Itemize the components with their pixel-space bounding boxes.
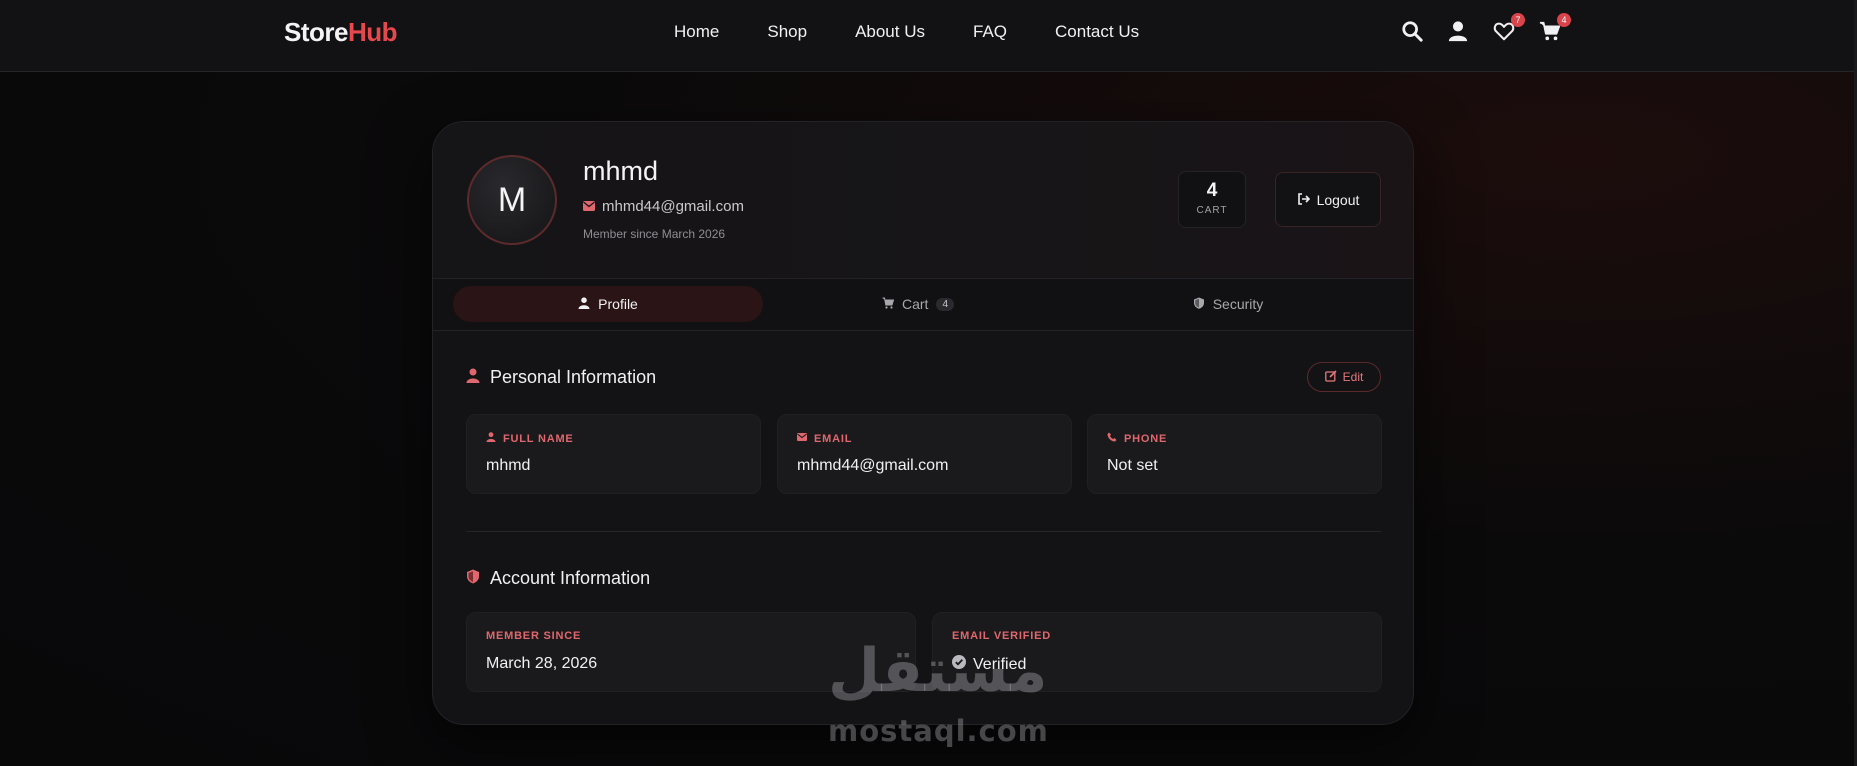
user-tie-icon (466, 367, 480, 388)
email-value: mhmd44@gmail.com (797, 457, 949, 474)
cart-stat: 4 CART (1178, 171, 1246, 228)
cart-stat-label: CART (1196, 205, 1228, 216)
phone-field: PHONE Not set (1087, 414, 1382, 494)
shield-icon (1193, 296, 1205, 312)
avatar: M (467, 155, 557, 245)
cart-badge: 4 (1557, 13, 1571, 27)
logout-button[interactable]: Logout (1275, 172, 1381, 227)
full-name-field: FULL NAME mhmd (466, 414, 761, 494)
phone-value: Not set (1107, 457, 1158, 474)
watermark-latin: mostaql.com (828, 714, 1049, 748)
tab-cart-count: 4 (936, 297, 954, 311)
logo-text-store: Store (284, 17, 348, 47)
phone-label: PHONE (1107, 432, 1167, 445)
profile-header: M mhmd mhmd44@gmail.com Member since Mar… (433, 122, 1413, 279)
tab-profile-label: Profile (598, 296, 638, 312)
logout-label: Logout (1316, 191, 1360, 208)
member-since-value: March 28, 2026 (486, 655, 598, 672)
phone-icon (1107, 432, 1117, 445)
user-icon (578, 296, 590, 312)
account-info-title-text: Account Information (490, 568, 651, 588)
full-name-value: mhmd (486, 457, 531, 474)
user-icon (486, 432, 496, 445)
nav-links: Home Shop About Us FAQ Contact Us (674, 22, 1187, 42)
search-icon[interactable] (1400, 18, 1424, 44)
nav-icons: 7 4 (1400, 13, 1571, 44)
nav-link-about[interactable]: About Us (855, 22, 925, 42)
full-name-label-text: FULL NAME (503, 432, 574, 445)
profile-email: mhmd44@gmail.com (583, 198, 744, 215)
top-navbar: StoreHub Home Shop About Us FAQ Contact … (0, 0, 1857, 72)
tab-security-label: Security (1212, 296, 1264, 312)
shield-icon (466, 568, 480, 589)
profile-tabs: Profile Cart 4 Security (433, 279, 1413, 331)
wishlist-badge: 7 (1511, 13, 1525, 27)
phone-label-text: PHONE (1124, 432, 1168, 445)
profile-name: mhmd (583, 156, 659, 186)
cart-icon[interactable]: 4 (1538, 13, 1571, 44)
account-info-title: Account Information (466, 568, 650, 589)
edit-icon (1324, 369, 1337, 385)
email-label-text: EMAIL (814, 432, 853, 445)
email-label: EMAIL (797, 432, 852, 445)
personal-info-title: Personal Information (466, 367, 656, 388)
mail-icon (797, 432, 807, 445)
personal-info-title-text: Personal Information (490, 367, 657, 387)
nav-link-home[interactable]: Home (674, 22, 719, 42)
profile-email-text: mhmd44@gmail.com (602, 198, 744, 215)
section-divider (466, 531, 1381, 532)
tab-cart[interactable]: Cart 4 (763, 286, 1073, 322)
member-since-label: MEMBER SINCE (486, 630, 582, 642)
nav-link-shop[interactable]: Shop (767, 22, 807, 42)
profile-card: M mhmd mhmd44@gmail.com Member since Mar… (432, 121, 1414, 725)
watermark-arabic: مستقل (828, 636, 1048, 706)
logo-text-hub: Hub (347, 17, 398, 47)
tab-cart-label: Cart (901, 296, 929, 312)
member-since-text: Member since March 2026 (583, 227, 726, 241)
tab-security[interactable]: Security (1073, 286, 1383, 322)
edit-button[interactable]: Edit (1307, 362, 1381, 392)
storehub-logo[interactable]: StoreHub (284, 17, 398, 48)
cart-stat-value: 4 (1206, 180, 1218, 201)
nav-link-faq[interactable]: FAQ (973, 22, 1007, 42)
nav-link-contact[interactable]: Contact Us (1055, 22, 1139, 42)
email-field: EMAIL mhmd44@gmail.com (777, 414, 1072, 494)
logout-icon (1297, 192, 1310, 208)
cart-icon (882, 296, 895, 312)
edit-label: Edit (1342, 370, 1364, 384)
tab-profile[interactable]: Profile (453, 286, 763, 322)
full-name-label: FULL NAME (486, 432, 574, 445)
user-icon[interactable] (1446, 18, 1470, 44)
heart-icon[interactable]: 7 (1492, 13, 1525, 44)
mail-icon (583, 198, 595, 215)
